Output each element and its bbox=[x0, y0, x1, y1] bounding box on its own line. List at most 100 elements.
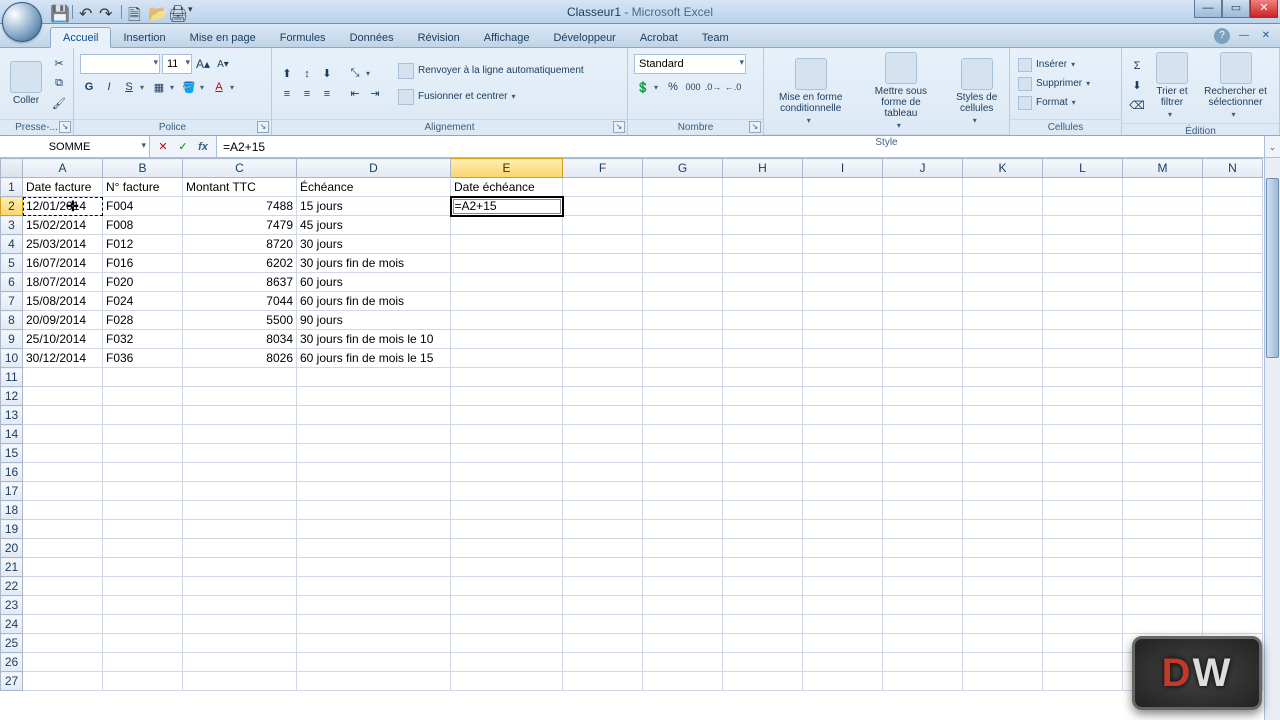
cell-H4[interactable] bbox=[723, 235, 803, 254]
cell-F2[interactable] bbox=[563, 197, 643, 216]
cell-N21[interactable] bbox=[1203, 558, 1263, 577]
cell-G12[interactable] bbox=[643, 387, 723, 406]
font-name-combo[interactable] bbox=[80, 54, 160, 74]
cell-N8[interactable] bbox=[1203, 311, 1263, 330]
cell-J22[interactable] bbox=[883, 577, 963, 596]
cell-E21[interactable] bbox=[451, 558, 563, 577]
cell-E5[interactable] bbox=[451, 254, 563, 273]
cell-styles-button[interactable]: Styles de cellules▾ bbox=[950, 56, 1003, 127]
cell-G10[interactable] bbox=[643, 349, 723, 368]
cell-B9[interactable]: F032 bbox=[103, 330, 183, 349]
cell-L22[interactable] bbox=[1043, 577, 1123, 596]
cell-D20[interactable] bbox=[297, 539, 451, 558]
cell-E7[interactable] bbox=[451, 292, 563, 311]
cell-D3[interactable]: 45 jours bbox=[297, 216, 451, 235]
column-header-E[interactable]: E bbox=[451, 159, 563, 178]
cell-M2[interactable] bbox=[1123, 197, 1203, 216]
cut-icon[interactable]: ✂ bbox=[50, 55, 68, 73]
cell-J20[interactable] bbox=[883, 539, 963, 558]
cell-K9[interactable] bbox=[963, 330, 1043, 349]
cell-C17[interactable] bbox=[183, 482, 297, 501]
cell-H2[interactable] bbox=[723, 197, 803, 216]
scrollbar-thumb[interactable] bbox=[1266, 178, 1279, 358]
tab-formules[interactable]: Formules bbox=[268, 28, 338, 47]
row-header-14[interactable]: 14 bbox=[1, 425, 23, 444]
row-header-7[interactable]: 7 bbox=[1, 292, 23, 311]
row-header-2[interactable]: 2 bbox=[1, 197, 23, 216]
cell-I27[interactable] bbox=[803, 672, 883, 691]
cell-I3[interactable] bbox=[803, 216, 883, 235]
dialog-launcher-icon[interactable]: ↘ bbox=[749, 121, 761, 133]
cell-G15[interactable] bbox=[643, 444, 723, 463]
row-header-27[interactable]: 27 bbox=[1, 672, 23, 691]
cell-M7[interactable] bbox=[1123, 292, 1203, 311]
cell-B1[interactable]: N° facture bbox=[103, 178, 183, 197]
cell-G2[interactable] bbox=[643, 197, 723, 216]
cell-C7[interactable]: 7044 bbox=[183, 292, 297, 311]
cell-M9[interactable] bbox=[1123, 330, 1203, 349]
cell-K11[interactable] bbox=[963, 368, 1043, 387]
cell-E18[interactable] bbox=[451, 501, 563, 520]
cell-K6[interactable] bbox=[963, 273, 1043, 292]
cell-E2[interactable]: =A2+15 bbox=[451, 197, 563, 216]
row-header-10[interactable]: 10 bbox=[1, 349, 23, 368]
row-header-5[interactable]: 5 bbox=[1, 254, 23, 273]
delete-cells-button[interactable]: Supprimer ▾ bbox=[1016, 76, 1096, 92]
cell-A3[interactable]: 15/02/2014 bbox=[23, 216, 103, 235]
cell-K16[interactable] bbox=[963, 463, 1043, 482]
cell-I19[interactable] bbox=[803, 520, 883, 539]
cell-G21[interactable] bbox=[643, 558, 723, 577]
cell-L18[interactable] bbox=[1043, 501, 1123, 520]
row-header-9[interactable]: 9 bbox=[1, 330, 23, 349]
cell-I6[interactable] bbox=[803, 273, 883, 292]
cell-B6[interactable]: F020 bbox=[103, 273, 183, 292]
help-icon[interactable]: ? bbox=[1214, 28, 1230, 44]
dialog-launcher-icon[interactable]: ↘ bbox=[613, 121, 625, 133]
cell-L27[interactable] bbox=[1043, 672, 1123, 691]
cell-G14[interactable] bbox=[643, 425, 723, 444]
cell-H8[interactable] bbox=[723, 311, 803, 330]
cell-F26[interactable] bbox=[563, 653, 643, 672]
cell-A24[interactable] bbox=[23, 615, 103, 634]
column-header-I[interactable]: I bbox=[803, 159, 883, 178]
cell-K13[interactable] bbox=[963, 406, 1043, 425]
cell-J13[interactable] bbox=[883, 406, 963, 425]
cell-F8[interactable] bbox=[563, 311, 643, 330]
formula-input[interactable] bbox=[217, 136, 1264, 157]
new-icon[interactable]: 🗎 bbox=[128, 4, 144, 20]
cell-A1[interactable]: Date facture bbox=[23, 178, 103, 197]
cell-M1[interactable] bbox=[1123, 178, 1203, 197]
cell-G3[interactable] bbox=[643, 216, 723, 235]
row-header-1[interactable]: 1 bbox=[1, 178, 23, 197]
cell-J14[interactable] bbox=[883, 425, 963, 444]
decrease-decimal-icon[interactable]: ←.0 bbox=[724, 78, 742, 96]
cell-F20[interactable] bbox=[563, 539, 643, 558]
cell-A8[interactable]: 20/09/2014 bbox=[23, 311, 103, 330]
cell-L4[interactable] bbox=[1043, 235, 1123, 254]
cell-G25[interactable] bbox=[643, 634, 723, 653]
cell-D8[interactable]: 90 jours bbox=[297, 311, 451, 330]
cell-A20[interactable] bbox=[23, 539, 103, 558]
cell-B18[interactable] bbox=[103, 501, 183, 520]
cell-F5[interactable] bbox=[563, 254, 643, 273]
column-header-M[interactable]: M bbox=[1123, 159, 1203, 178]
cell-L5[interactable] bbox=[1043, 254, 1123, 273]
cell-C19[interactable] bbox=[183, 520, 297, 539]
cell-H17[interactable] bbox=[723, 482, 803, 501]
cell-J6[interactable] bbox=[883, 273, 963, 292]
cell-F17[interactable] bbox=[563, 482, 643, 501]
select-all-button[interactable] bbox=[1, 159, 23, 178]
cell-H24[interactable] bbox=[723, 615, 803, 634]
cell-E19[interactable] bbox=[451, 520, 563, 539]
cell-D21[interactable] bbox=[297, 558, 451, 577]
cell-D27[interactable] bbox=[297, 672, 451, 691]
row-header-15[interactable]: 15 bbox=[1, 444, 23, 463]
cell-A14[interactable] bbox=[23, 425, 103, 444]
close-button[interactable]: ✕ bbox=[1250, 0, 1278, 18]
cell-H12[interactable] bbox=[723, 387, 803, 406]
save-icon[interactable]: 💾 bbox=[50, 4, 66, 20]
cell-J9[interactable] bbox=[883, 330, 963, 349]
close-document-icon[interactable]: ✕ bbox=[1258, 28, 1274, 44]
cell-E3[interactable] bbox=[451, 216, 563, 235]
cell-M20[interactable] bbox=[1123, 539, 1203, 558]
